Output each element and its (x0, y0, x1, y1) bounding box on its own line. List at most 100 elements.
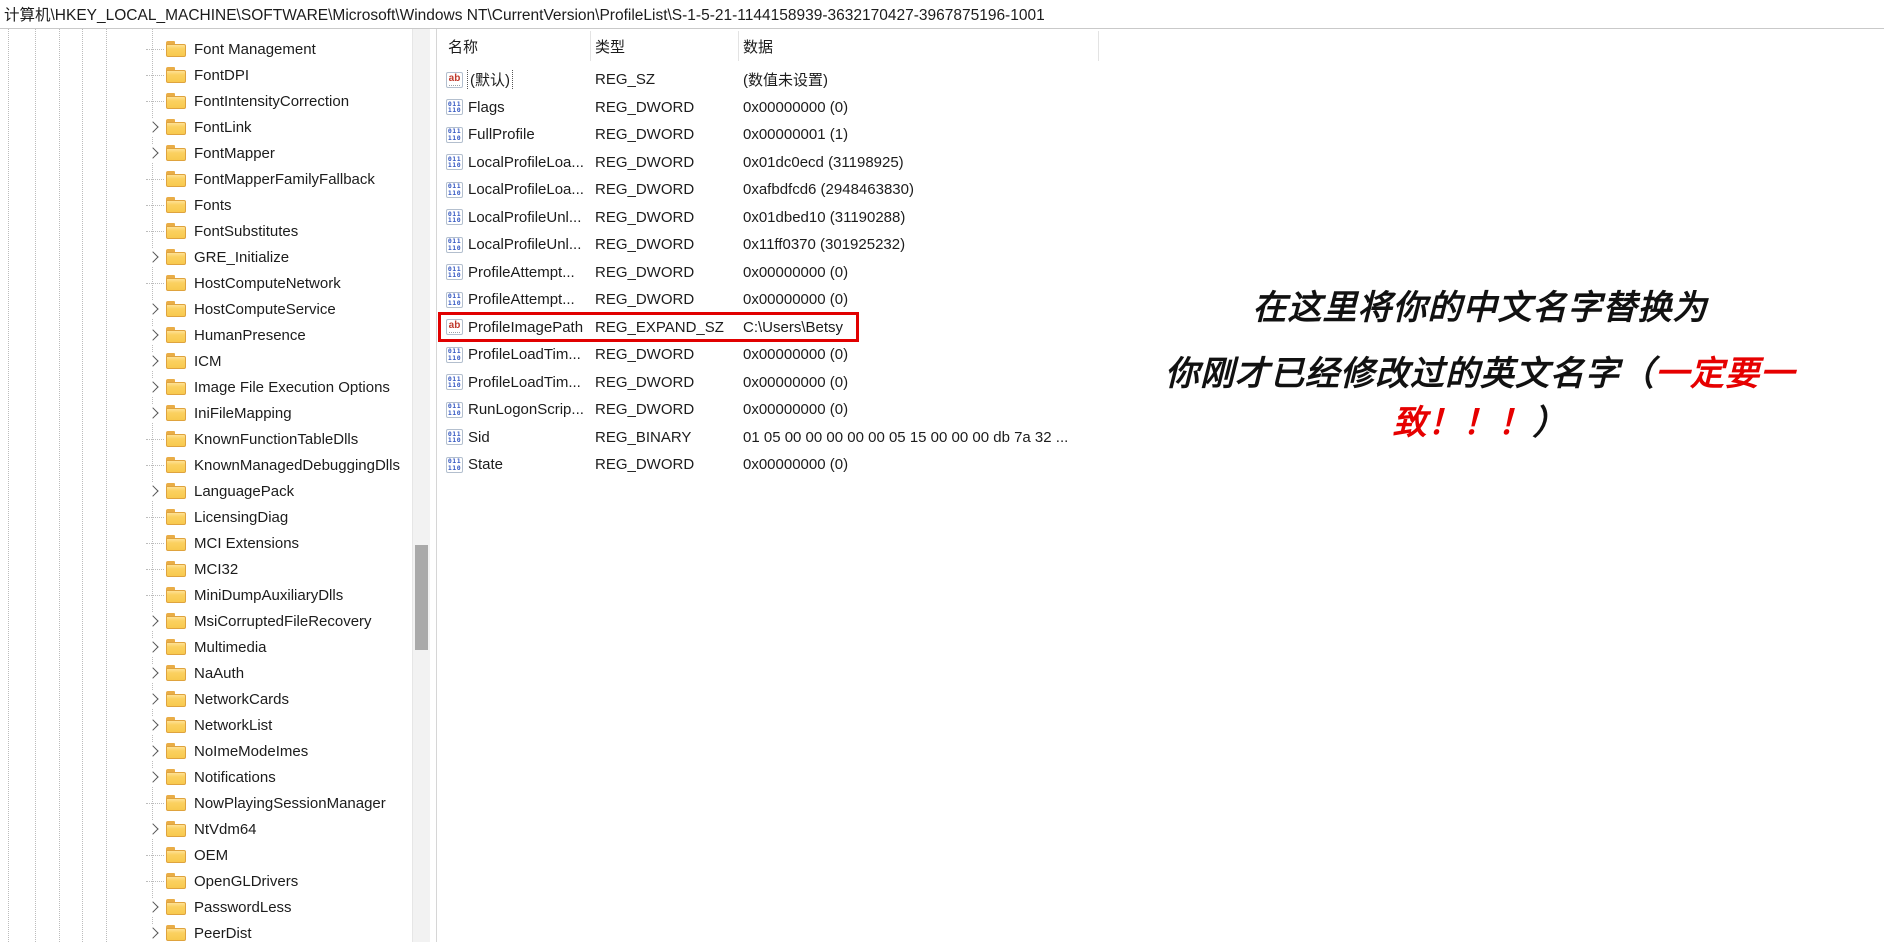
tree-item[interactable]: FontMapper (0, 140, 412, 166)
registry-value-row[interactable]: 011110StateREG_DWORD0x00000000 (0) (444, 451, 1884, 479)
tree-connector (145, 586, 164, 604)
tree-item[interactable]: HumanPresence (0, 322, 412, 348)
tree-item-label: FontMapperFamilyFallback (194, 171, 375, 188)
expand-chevron-icon[interactable] (145, 248, 164, 266)
tree-item[interactable]: NowPlayingSessionManager (0, 790, 412, 816)
value-data: 0x00000000 (0) (739, 456, 1884, 473)
tree-item[interactable]: ICM (0, 348, 412, 374)
dword-value-icon: 011110 (446, 209, 463, 225)
tree-item-label: HumanPresence (194, 327, 306, 344)
value-type: REG_DWORD (591, 154, 739, 171)
tree-item[interactable]: MCI32 (0, 556, 412, 582)
tree-item[interactable]: LanguagePack (0, 478, 412, 504)
value-name-cell: 011110ProfileLoadTim... (444, 374, 591, 391)
tree-item[interactable]: FontMapperFamilyFallback (0, 166, 412, 192)
tree-item[interactable]: IniFileMapping (0, 400, 412, 426)
tree-item-label: NtVdm64 (194, 821, 257, 838)
value-type: REG_DWORD (591, 209, 739, 226)
expand-chevron-icon[interactable] (145, 482, 164, 500)
pane-splitter[interactable] (436, 29, 437, 942)
value-name-cell: 011110LocalProfileUnl... (444, 209, 591, 226)
value-name: LocalProfileUnl... (468, 236, 581, 253)
tree-item[interactable]: OpenGLDrivers (0, 868, 412, 894)
tree-item[interactable]: GRE_Initialize (0, 244, 412, 270)
tree-item[interactable]: NtVdm64 (0, 816, 412, 842)
tree-connector (145, 508, 164, 526)
dword-value-icon: 011110 (446, 292, 463, 308)
expand-chevron-icon[interactable] (145, 664, 164, 682)
address-path: 计算机\HKEY_LOCAL_MACHINE\SOFTWARE\Microsof… (4, 3, 1045, 25)
expand-chevron-icon[interactable] (145, 690, 164, 708)
expand-chevron-icon[interactable] (145, 924, 164, 942)
registry-value-row[interactable]: ab(默认)REG_SZ(数值未设置) (444, 66, 1884, 94)
expand-chevron-icon[interactable] (145, 144, 164, 162)
tree-item[interactable]: FontDPI (0, 62, 412, 88)
annotation-line2-prefix: 你刚才已经修改过的英文名字（ (1165, 355, 1655, 393)
tree-item[interactable]: MiniDumpAuxiliaryDlls (0, 582, 412, 608)
registry-value-row[interactable]: 011110LocalProfileUnl...REG_DWORD0x11ff0… (444, 231, 1884, 259)
column-header-name[interactable]: 名称 (444, 31, 591, 61)
tree-connector (145, 196, 164, 214)
expand-chevron-icon[interactable] (145, 118, 164, 136)
tree-item[interactable]: KnownManagedDebuggingDlls (0, 452, 412, 478)
column-header-type[interactable]: 类型 (591, 31, 739, 61)
value-name-cell: 011110State (444, 456, 591, 473)
expand-chevron-icon[interactable] (145, 326, 164, 344)
registry-value-row[interactable]: 011110LocalProfileLoa...REG_DWORD0xafbdf… (444, 176, 1884, 204)
tree-items: Font ManagementFontDPIFontIntensityCorre… (0, 36, 412, 942)
tree-item[interactable]: Fonts (0, 192, 412, 218)
expand-chevron-icon[interactable] (145, 898, 164, 916)
tree-item[interactable]: PasswordLess (0, 894, 412, 920)
tree-item[interactable]: HostComputeNetwork (0, 270, 412, 296)
folder-icon (166, 483, 186, 499)
folder-icon (166, 223, 186, 239)
address-bar[interactable]: 计算机\HKEY_LOCAL_MACHINE\SOFTWARE\Microsof… (0, 0, 1884, 29)
tree-item[interactable]: Font Management (0, 36, 412, 62)
expand-chevron-icon[interactable] (145, 716, 164, 734)
tree-item[interactable]: FontLink (0, 114, 412, 140)
tree-item[interactable]: FontSubstitutes (0, 218, 412, 244)
tree-item[interactable]: FontIntensityCorrection (0, 88, 412, 114)
tree-item[interactable]: NetworkCards (0, 686, 412, 712)
tree-item[interactable]: Multimedia (0, 634, 412, 660)
scrollbar-thumb[interactable] (415, 545, 428, 650)
tree-item-label: MsiCorruptedFileRecovery (194, 613, 372, 630)
registry-value-row[interactable]: 011110FlagsREG_DWORD0x00000000 (0) (444, 94, 1884, 122)
folder-icon (166, 561, 186, 577)
tree-item[interactable]: PeerDist (0, 920, 412, 942)
value-type: REG_SZ (591, 71, 739, 88)
expand-chevron-icon[interactable] (145, 404, 164, 422)
expand-chevron-icon[interactable] (145, 768, 164, 786)
tree-item[interactable]: KnownFunctionTableDlls (0, 426, 412, 452)
tree-item[interactable]: NetworkList (0, 712, 412, 738)
registry-value-row[interactable]: 011110LocalProfileUnl...REG_DWORD0x01dbe… (444, 204, 1884, 232)
tree-item[interactable]: NaAuth (0, 660, 412, 686)
tree-scrollbar[interactable] (412, 29, 430, 942)
tree-item[interactable]: Notifications (0, 764, 412, 790)
tree-item[interactable]: MsiCorruptedFileRecovery (0, 608, 412, 634)
expand-chevron-icon[interactable] (145, 378, 164, 396)
tree-item[interactable]: LicensingDiag (0, 504, 412, 530)
tree-item[interactable]: HostComputeService (0, 296, 412, 322)
expand-chevron-icon[interactable] (145, 612, 164, 630)
tree-connector (145, 40, 164, 58)
folder-icon (166, 743, 186, 759)
expand-chevron-icon[interactable] (145, 820, 164, 838)
tree-item[interactable]: NoImeModeImes (0, 738, 412, 764)
expand-chevron-icon[interactable] (145, 300, 164, 318)
tree-item[interactable]: Image File Execution Options (0, 374, 412, 400)
tree-item[interactable]: MCI Extensions (0, 530, 412, 556)
folder-icon (166, 821, 186, 837)
tree-item-label: FontMapper (194, 145, 275, 162)
registry-value-row[interactable]: 011110LocalProfileLoa...REG_DWORD0x01dc0… (444, 149, 1884, 177)
tree-connector (145, 872, 164, 890)
expand-chevron-icon[interactable] (145, 352, 164, 370)
column-header-data[interactable]: 数据 (739, 31, 1099, 61)
regedit-content: Font ManagementFontDPIFontIntensityCorre… (0, 29, 1884, 942)
value-name-cell: 011110FullProfile (444, 126, 591, 143)
expand-chevron-icon[interactable] (145, 638, 164, 656)
value-data: 0x01dc0ecd (31198925) (739, 154, 1884, 171)
tree-item[interactable]: OEM (0, 842, 412, 868)
expand-chevron-icon[interactable] (145, 742, 164, 760)
registry-value-row[interactable]: 011110FullProfileREG_DWORD0x00000001 (1) (444, 121, 1884, 149)
